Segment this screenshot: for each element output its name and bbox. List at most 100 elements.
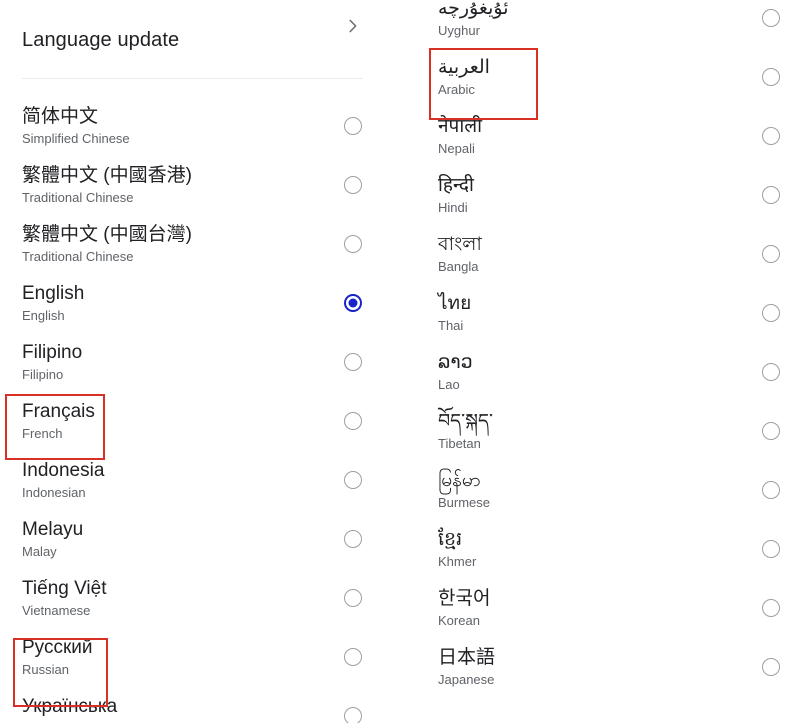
radio-button[interactable] [762,127,780,145]
language-native-name: Indonesia [22,460,105,481]
language-english-name: Nepali [438,141,475,156]
language-native-name: བོད་སྐད་ [438,411,493,432]
radio-button[interactable] [344,530,362,548]
chevron-right-icon[interactable] [344,17,362,35]
language-english-name: Uyghur [438,23,480,38]
radio-button[interactable] [762,540,780,558]
language-row[interactable]: हिन्दी Hindi [400,169,800,228]
language-list-right: ئۇيغۇرچە Uyghur العربية Arabic नेपाली Nepali ह… [400,0,800,700]
language-label-group: Filipino Filipino [22,340,82,383]
language-english-name: Russian [22,662,69,677]
language-row[interactable]: नेपाली Nepali [400,110,800,169]
radio-button[interactable] [762,9,780,27]
radio-button[interactable] [344,176,362,194]
radio-button[interactable] [344,471,362,489]
language-row[interactable]: 한국어 Korean [400,582,800,641]
radio-button[interactable] [344,117,362,135]
radio-button[interactable] [762,304,780,322]
language-english-name: Filipino [22,367,64,382]
language-english-name: Korean [438,613,480,628]
language-row[interactable]: Melayu Malay [0,513,400,572]
language-native-name: বাংলা [438,234,482,255]
language-update-header[interactable]: Language update [0,14,400,66]
language-row[interactable]: 日本語 Japanese [400,641,800,700]
radio-button[interactable] [762,245,780,263]
language-row[interactable]: မြန်မာ Burmese [400,464,800,523]
language-row[interactable]: English English [0,277,400,336]
language-row[interactable]: Français French [0,395,400,454]
language-english-name: Bangla [438,259,479,274]
language-label-group: नेपाली Nepali [438,114,482,157]
language-row[interactable]: বাংলা Bangla [400,228,800,287]
language-label-group: Українська [22,694,117,720]
radio-button[interactable] [762,658,780,676]
radio-button-selected[interactable] [344,294,362,312]
language-label-group: 繁體中文 (中國台灣) Traditional Chinese [22,222,192,265]
language-row[interactable]: 简体中文 Simplified Chinese [0,100,400,159]
language-row[interactable]: བོད་སྐད་ Tibetan [400,405,800,464]
language-label-group: ไทย Thai [438,291,471,334]
language-label-group: Français French [22,399,95,442]
language-label-group: 한국어 Korean [438,586,490,629]
language-english-name: Traditional Chinese [22,190,134,205]
language-row[interactable]: Tiếng Việt Vietnamese [0,572,400,631]
language-row[interactable]: Русский Russian [0,631,400,690]
radio-button[interactable] [344,707,362,723]
language-row[interactable]: 繁體中文 (中國台灣) Traditional Chinese [0,218,400,277]
header-divider [22,78,363,79]
language-english-name: Burmese [438,495,491,510]
language-english-name: Japanese [438,672,495,687]
language-label-group: ລາວ Lao [438,350,473,393]
left-column: Language update 简体中文 Simplified Chinese 繁體… [0,0,400,723]
language-label-group: Tiếng Việt Vietnamese [22,576,107,619]
language-label-group: Melayu Malay [22,517,83,560]
right-column: ئۇيغۇرچە Uyghur العربية Arabic नेपाली Nepali ह… [400,0,800,723]
language-native-name: हिन्दी [438,175,474,196]
language-label-group: Indonesia Indonesian [22,458,104,501]
language-english-name: English [22,308,65,323]
language-row[interactable]: Indonesia Indonesian [0,454,400,513]
language-native-name: English [22,283,85,304]
language-english-name: Indonesian [22,485,86,500]
language-native-name: नेपाली [438,116,483,137]
language-english-name: Malay [22,544,57,559]
radio-button[interactable] [762,599,780,617]
language-row[interactable]: Filipino Filipino [0,336,400,395]
language-native-name: ไทย [438,293,472,314]
language-row[interactable]: العربية Arabic [400,51,800,110]
language-native-name: ខ្មែរ [438,529,463,550]
language-english-name: Simplified Chinese [22,131,130,146]
language-label-group: བོད་སྐད་ Tibetan [438,409,493,452]
radio-button[interactable] [344,589,362,607]
language-native-name: Русский [22,637,93,658]
radio-button[interactable] [344,648,362,666]
language-row[interactable]: ខ្មែរ Khmer [400,523,800,582]
radio-button[interactable] [762,186,780,204]
language-label-group: English English [22,281,84,324]
language-english-name: Khmer [438,554,477,569]
radio-button[interactable] [762,481,780,499]
language-native-name: Filipino [22,342,83,363]
language-row[interactable]: 繁體中文 (中國香港) Traditional Chinese [0,159,400,218]
radio-button[interactable] [762,422,780,440]
language-english-name: Tibetan [438,436,481,451]
language-row[interactable]: ئۇيغۇرچە Uyghur [400,0,800,51]
language-label-group: Русский Russian [22,635,93,678]
radio-button[interactable] [344,353,362,371]
language-label-group: ខ្មែរ Khmer [438,527,476,570]
radio-button[interactable] [762,363,780,381]
radio-button[interactable] [762,68,780,86]
language-native-name: 简体中文 [22,106,99,127]
language-native-name: Français [22,401,95,422]
language-label-group: हिन्दी Hindi [438,173,474,216]
radio-button[interactable] [344,412,362,430]
language-row[interactable]: ไทย Thai [400,287,800,346]
language-english-name: Thai [438,318,464,333]
language-label-group: বাংলা Bangla [438,232,482,275]
language-english-name: Traditional Chinese [22,249,134,264]
language-row[interactable]: Українська [0,690,400,723]
language-row[interactable]: ລາວ Lao [400,346,800,405]
language-native-name: မြန်မာ [438,470,481,491]
language-list-left: 简体中文 Simplified Chinese 繁體中文 (中國香港) Traditi… [0,100,400,723]
radio-button[interactable] [344,235,362,253]
